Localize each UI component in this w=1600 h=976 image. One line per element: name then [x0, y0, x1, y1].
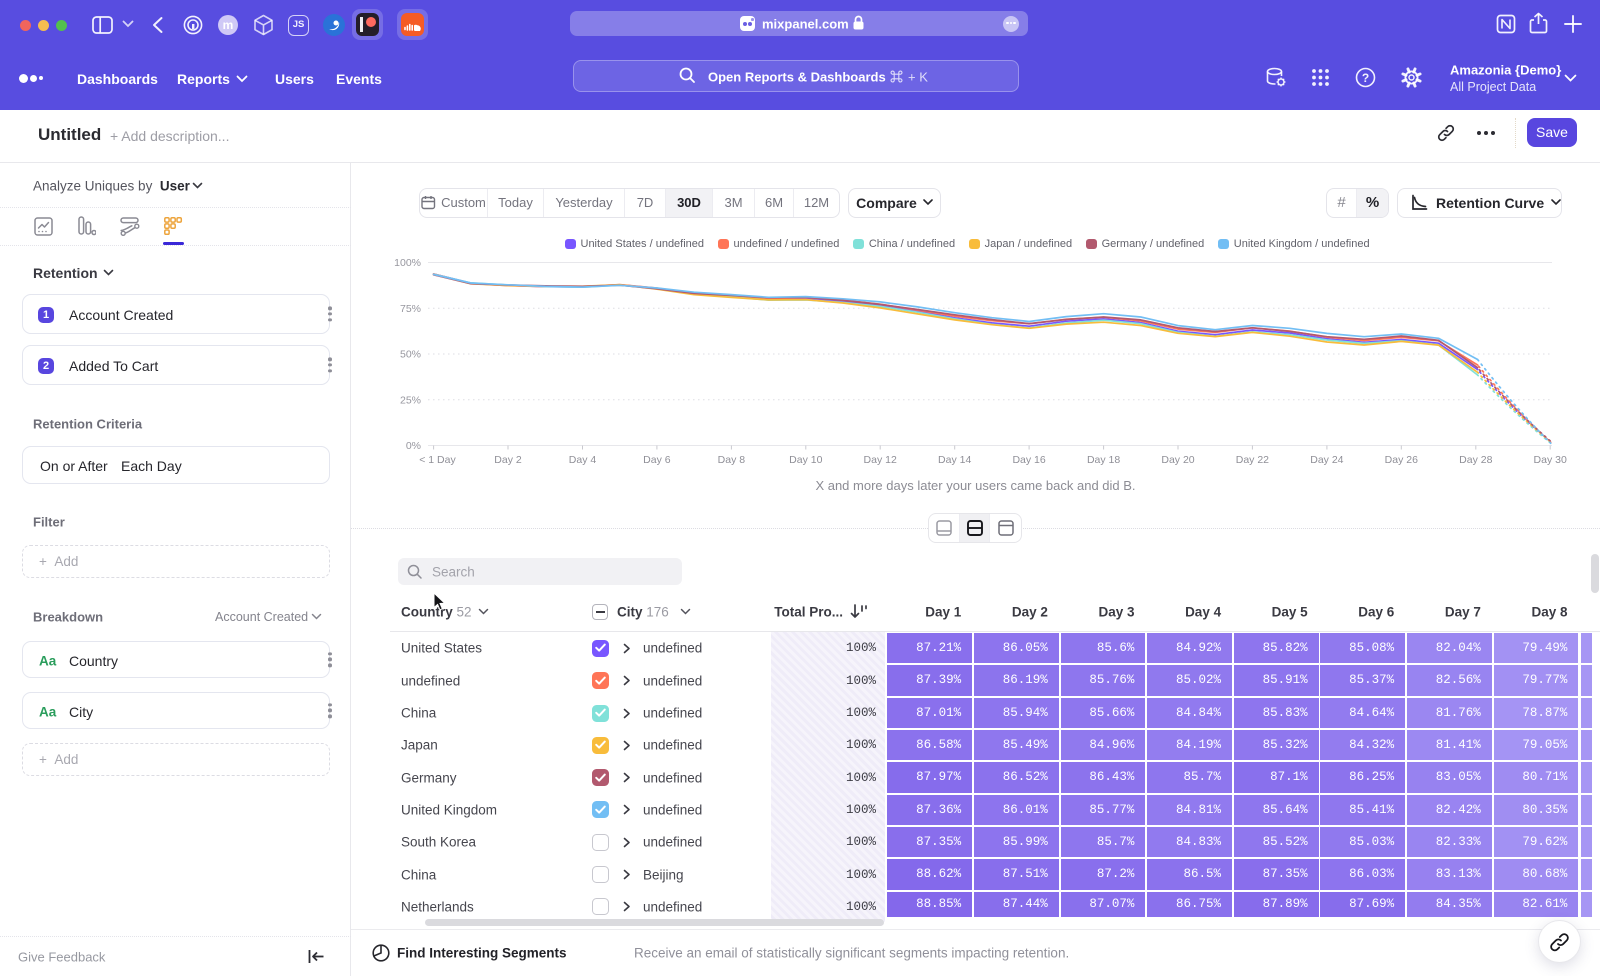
svg-text:Day 26: Day 26 [1385, 454, 1418, 466]
svg-text:Day 28: Day 28 [1459, 454, 1492, 466]
svg-text:< 1 Day: < 1 Day [419, 454, 456, 466]
svg-text:Day 10: Day 10 [789, 454, 822, 466]
svg-text:Day 2: Day 2 [494, 454, 522, 466]
svg-text:Day 16: Day 16 [1012, 454, 1045, 466]
svg-text:Day 30: Day 30 [1534, 454, 1567, 466]
svg-text:50%: 50% [400, 349, 421, 361]
svg-text:Day 14: Day 14 [938, 454, 971, 466]
svg-text:Day 20: Day 20 [1161, 454, 1194, 466]
svg-text:Day 22: Day 22 [1236, 454, 1269, 466]
svg-text:Day 18: Day 18 [1087, 454, 1120, 466]
svg-text:Day 6: Day 6 [643, 454, 671, 466]
svg-text:Day 24: Day 24 [1310, 454, 1343, 466]
svg-text:Day 12: Day 12 [864, 454, 897, 466]
svg-text:Day 4: Day 4 [569, 454, 597, 466]
svg-text:75%: 75% [400, 303, 421, 315]
svg-text:25%: 25% [400, 394, 421, 406]
svg-text:100%: 100% [394, 257, 421, 269]
svg-text:0%: 0% [406, 440, 421, 452]
svg-text:Day 8: Day 8 [718, 454, 746, 466]
